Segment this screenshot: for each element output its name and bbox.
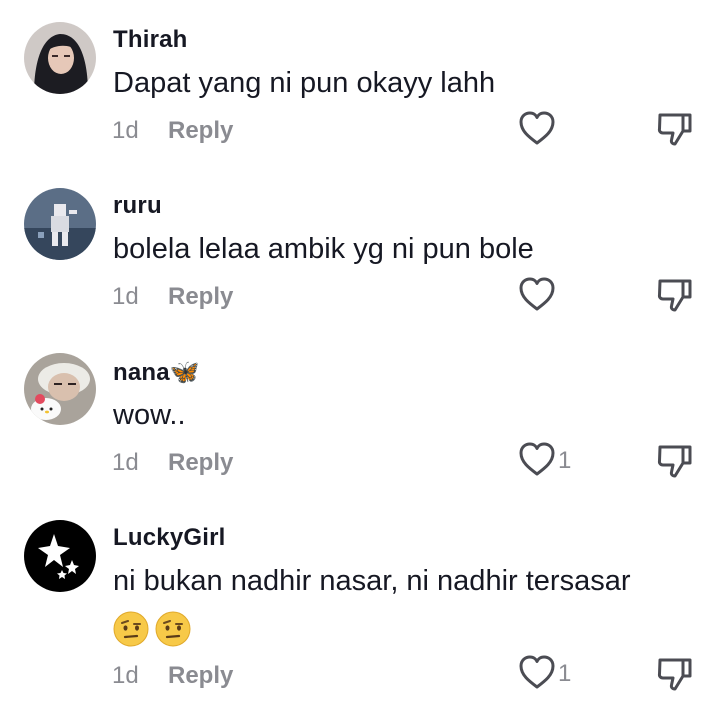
comment-emoji-row: 🤨 🤨 <box>113 611 193 647</box>
avatar[interactable] <box>24 353 96 425</box>
reply-button[interactable]: Reply <box>168 117 233 145</box>
comment-text: wow.. <box>113 399 186 431</box>
like-count: 1 <box>558 660 572 687</box>
raised-eyebrow-emoji-icon: 🤨 <box>155 611 191 647</box>
avatar-image <box>24 22 96 94</box>
comment-item: LuckyGirl ni bukan nadhir nasar, ni nadh… <box>0 498 720 711</box>
comment-username[interactable]: ruru <box>113 192 162 220</box>
comment-text: ni bukan nadhir nasar, ni nadhir tersasa… <box>113 565 631 597</box>
comment-time: 1d <box>112 283 139 310</box>
avatar-image <box>24 520 96 592</box>
raised-eyebrow-emoji-icon: 🤨 <box>113 611 149 647</box>
comment-username[interactable]: LuckyGirl <box>113 524 226 552</box>
thumbs-down-icon[interactable] <box>656 443 694 479</box>
comment-item: ruru bolela lelaa ambik yg ni pun bole 1… <box>0 165 720 331</box>
heart-outline-icon[interactable] <box>517 441 557 477</box>
comment-username[interactable]: Thirah <box>113 26 188 54</box>
comment-item: Thirah Dapat yang ni pun okayy lahh 1d R… <box>0 0 720 165</box>
avatar[interactable] <box>24 188 96 260</box>
avatar[interactable] <box>24 22 96 94</box>
thumbs-down-icon[interactable] <box>656 656 694 692</box>
comment-text: bolela lelaa ambik yg ni pun bole <box>113 233 534 265</box>
comment-time: 1d <box>112 662 139 689</box>
comment-time: 1d <box>112 449 139 476</box>
avatar[interactable] <box>24 520 96 592</box>
avatar-image <box>24 353 96 425</box>
thumbs-down-icon[interactable] <box>656 111 694 147</box>
comment-username[interactable]: nana🦋 <box>113 358 200 387</box>
like-count: 1 <box>558 447 572 474</box>
reply-button[interactable]: Reply <box>168 283 233 311</box>
comment-item: nana🦋 wow.. 1d Reply 1 <box>0 331 720 498</box>
comment-text: Dapat yang ni pun okayy lahh <box>113 67 496 99</box>
heart-outline-icon[interactable] <box>517 110 557 146</box>
reply-button[interactable]: Reply <box>168 662 233 690</box>
thumbs-down-icon[interactable] <box>656 277 694 313</box>
comment-time: 1d <box>112 117 139 144</box>
heart-outline-icon[interactable] <box>517 654 557 690</box>
avatar-image <box>24 188 96 260</box>
reply-button[interactable]: Reply <box>168 449 233 477</box>
heart-outline-icon[interactable] <box>517 276 557 312</box>
